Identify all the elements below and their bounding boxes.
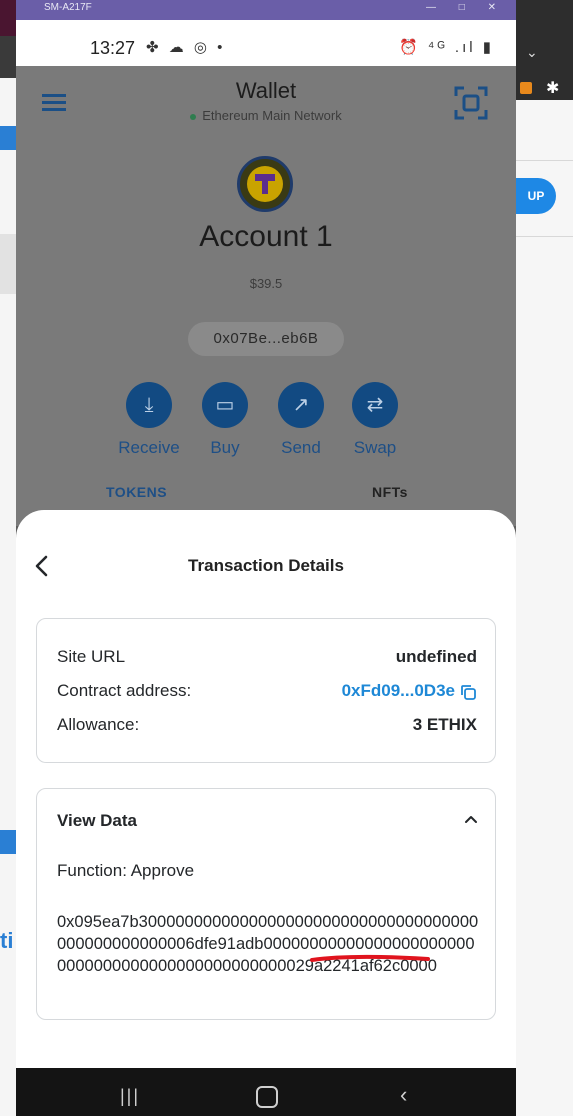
send-button[interactable]: ↗ Send xyxy=(266,382,336,458)
account-address-pill[interactable]: 0x07Be...eb6B xyxy=(188,322,344,356)
home-icon[interactable] xyxy=(256,1086,278,1108)
allowance-row: Allowance: 3 ETHIX xyxy=(57,715,477,739)
divider xyxy=(516,160,573,161)
transaction-details-sheet: Transaction Details Site URL undefined C… xyxy=(16,510,516,1070)
transaction-summary-card: Site URL undefined Contract address: 0xF… xyxy=(36,618,496,763)
divider xyxy=(516,236,573,237)
view-data-card: View Data Function: Approve 0x095ea7b300… xyxy=(36,788,496,1020)
system-status-icons: ⏰ ⁴ᴳ .ıl ▮ xyxy=(399,39,494,56)
site-url-value: undefined xyxy=(395,647,477,666)
mirror-title: SM-A217F xyxy=(44,2,92,13)
send-arrow-icon: ↗ xyxy=(278,382,324,428)
qr-scan-icon[interactable] xyxy=(454,86,488,120)
tab-nfts[interactable]: NFTs xyxy=(372,484,408,500)
contract-address-label: Contract address: xyxy=(57,681,192,700)
site-url-row: Site URL undefined xyxy=(57,647,477,671)
swap-icon: ⇄ xyxy=(352,382,398,428)
window-controls[interactable]: — □ ✕ xyxy=(426,2,506,13)
back-icon[interactable]: ‹ xyxy=(400,1082,407,1108)
phone-mirror-window: SM-A217F — □ ✕ 13:27 ✤ ☁ ◎ • ⏰ ⁴ᴳ .ıl ▮ … xyxy=(16,0,516,1116)
desktop-right-strip: ⌄ ✱ UP xyxy=(516,0,573,1116)
screen: ti ⌄ ✱ UP SM-A217F — □ ✕ 13:27 ✤ ☁ ◎ • ⏰… xyxy=(0,0,573,1116)
receive-button[interactable]: ⤓ Receive xyxy=(114,382,184,458)
mirror-titlebar: SM-A217F — □ ✕ xyxy=(16,0,516,20)
account-balance: $39.5 xyxy=(249,276,283,291)
receive-icon: ⤓ xyxy=(126,382,172,428)
desktop-signup-button[interactable]: UP xyxy=(516,178,556,214)
allowance-label: Allowance: xyxy=(57,715,140,734)
allowance-value: 3 ETHIX xyxy=(412,715,477,734)
send-label: Send xyxy=(281,438,321,457)
buy-button[interactable]: ▭ Buy xyxy=(190,382,260,458)
chevron-down-icon[interactable]: ⌄ xyxy=(526,44,538,61)
desktop-left-strip: ti xyxy=(0,78,16,1116)
swap-label: Swap xyxy=(353,438,397,457)
network-indicator[interactable]: Ethereum Main Network xyxy=(16,108,516,123)
buy-label: Buy xyxy=(210,438,240,457)
network-status-dot xyxy=(190,113,197,120)
card-icon: ▭ xyxy=(202,382,248,428)
account-avatar[interactable] xyxy=(237,156,293,212)
notification-icons: ✤ ☁ ◎ • xyxy=(146,39,226,56)
red-underline-annotation xyxy=(310,954,430,962)
wallet-title: Wallet xyxy=(235,78,297,103)
sheet-title: Transaction Details xyxy=(188,556,344,575)
transaction-hex-data: 0x095ea7b3000000000000000000000000000000… xyxy=(57,913,479,975)
wallet-actions: ⤓ Receive ▭ Buy ↗ Send ⇄ Swap xyxy=(114,382,414,462)
wallet-screen: Wallet Ethereum Main Network Account 1 $… xyxy=(16,66,516,526)
status-bar: 13:27 ✤ ☁ ◎ • ⏰ ⁴ᴳ .ıl ▮ xyxy=(16,20,516,66)
swap-button[interactable]: ⇄ Swap xyxy=(340,382,410,458)
receive-label: Receive xyxy=(118,438,180,457)
extension-icon[interactable] xyxy=(520,82,532,94)
desktop-left-heading: ti xyxy=(0,928,14,953)
site-url-label: Site URL xyxy=(57,647,126,666)
desktop-right-toolbar: ⌄ ✱ xyxy=(516,0,573,100)
desktop-left-tab xyxy=(0,126,16,150)
chevron-up-icon[interactable] xyxy=(463,811,479,827)
tab-tokens[interactable]: TOKENS xyxy=(106,484,167,500)
account-name[interactable]: Account 1 xyxy=(16,220,516,254)
desktop-left-blue-tag xyxy=(0,830,16,854)
puzzle-icon[interactable]: ✱ xyxy=(546,78,559,98)
contract-address-link[interactable]: 0xFd09...0D3e xyxy=(342,681,455,701)
recent-apps-icon[interactable]: ||| xyxy=(120,1086,140,1107)
wallet-tabs: TOKENS NFTs xyxy=(16,484,516,508)
view-data-toggle[interactable]: View Data xyxy=(57,811,137,831)
android-nav-bar: ||| ‹ xyxy=(16,1068,516,1116)
contract-address-row: Contract address: 0xFd09...0D3e xyxy=(57,681,477,705)
function-name: Function: Approve xyxy=(57,861,195,880)
copy-icon[interactable] xyxy=(459,683,477,701)
desktop-left-panel xyxy=(0,234,16,294)
network-name: Ethereum Main Network xyxy=(202,108,342,123)
status-time: 13:27 xyxy=(90,38,136,58)
